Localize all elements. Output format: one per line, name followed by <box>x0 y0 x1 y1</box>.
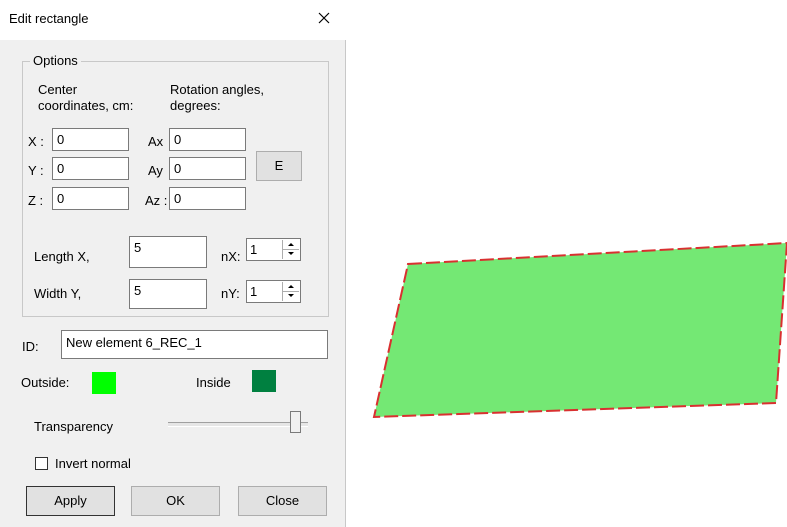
az-angle-input[interactable]: 0 <box>169 187 246 210</box>
center-coordinates-label-line2: coordinates, cm: <box>38 98 134 113</box>
az-label: Az : <box>145 193 168 208</box>
y-coordinate-input[interactable]: 0 <box>52 157 129 180</box>
y-label: Y : <box>28 163 44 178</box>
nx-increment-button[interactable] <box>283 240 299 250</box>
rectangle-preview-canvas <box>372 241 787 419</box>
arrow-down-icon <box>288 294 294 297</box>
ay-angle-input[interactable]: 0 <box>169 157 246 180</box>
title-bar: Edit rectangle <box>0 0 346 40</box>
x-coordinate-input[interactable]: 0 <box>52 128 129 151</box>
invert-normal-label: Invert normal <box>55 456 131 471</box>
arrow-down-icon <box>288 252 294 255</box>
transparency-slider-track[interactable] <box>168 422 308 427</box>
nx-label: nX: <box>221 249 241 264</box>
length-x-input[interactable]: 5 <box>129 236 207 268</box>
ax-angle-input[interactable]: 0 <box>169 128 246 151</box>
nx-value: 1 <box>250 242 258 257</box>
center-coordinates-label-line1: Center <box>38 82 78 97</box>
inside-color-label: Inside <box>196 375 231 390</box>
transparency-label: Transparency <box>34 419 113 434</box>
ny-label: nY: <box>221 286 240 301</box>
rectangle-preview-shape <box>372 241 787 419</box>
z-coordinate-input[interactable]: 0 <box>52 187 129 210</box>
close-button[interactable]: Close <box>238 486 327 516</box>
ay-label: Ay <box>148 163 163 178</box>
close-icon[interactable] <box>312 6 336 30</box>
ny-increment-button[interactable] <box>283 282 299 292</box>
apply-button[interactable]: Apply <box>26 486 115 516</box>
arrow-up-icon <box>288 243 294 246</box>
inside-color-swatch[interactable] <box>252 370 276 392</box>
nx-spin-buttons <box>282 240 299 259</box>
ny-value: 1 <box>250 284 258 299</box>
z-label: Z : <box>28 193 44 208</box>
invert-normal-checkbox[interactable] <box>35 457 48 470</box>
nx-spinner[interactable]: 1 <box>246 238 301 261</box>
nx-decrement-button[interactable] <box>283 250 299 259</box>
arrow-up-icon <box>288 285 294 288</box>
transparency-slider-thumb[interactable] <box>290 411 301 433</box>
ny-spinner[interactable]: 1 <box>246 280 301 303</box>
dialog-title: Edit rectangle <box>9 11 89 26</box>
id-label: ID: <box>22 339 39 354</box>
edit-rectangle-dialog: Edit rectangle Options Center coordinate… <box>0 0 346 527</box>
width-y-label: Width Y, <box>34 286 82 301</box>
outside-color-swatch[interactable] <box>92 372 116 394</box>
width-y-input[interactable]: 5 <box>129 279 207 309</box>
ny-decrement-button[interactable] <box>283 292 299 301</box>
ax-label: Ax <box>148 134 164 149</box>
options-group-label: Options <box>30 53 81 69</box>
outside-color-label: Outside: <box>21 375 70 390</box>
length-x-label: Length X, <box>34 249 90 264</box>
e-button[interactable]: E <box>256 151 302 181</box>
ny-spin-buttons <box>282 282 299 301</box>
ok-button[interactable]: OK <box>131 486 220 516</box>
rotation-angles-label-line2: degrees: <box>170 98 221 113</box>
id-input[interactable]: New element 6_REC_1 <box>61 330 328 359</box>
rotation-angles-label-line1: Rotation angles, <box>170 82 264 97</box>
x-label: X : <box>28 134 44 149</box>
